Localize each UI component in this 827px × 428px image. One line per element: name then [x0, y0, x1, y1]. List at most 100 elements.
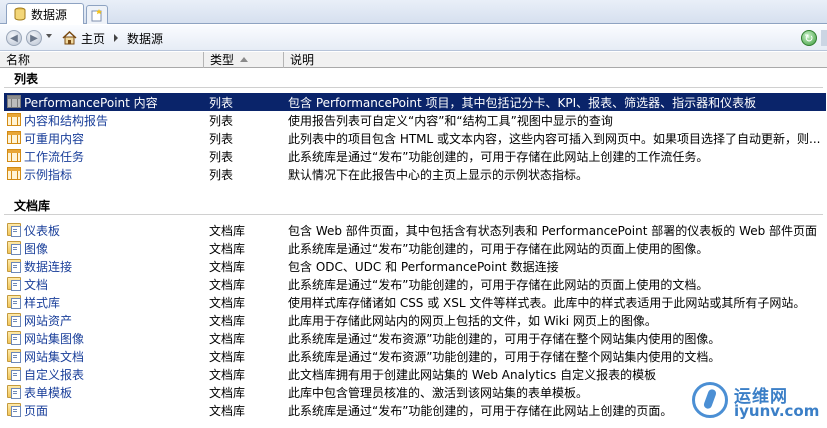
item-description: 使用样式库存储诸如 CSS 或 XSL 文件等样式表。此库中的样式表适用于此网站…	[288, 296, 806, 310]
refresh-button[interactable]: ↻	[801, 30, 817, 46]
breadcrumb-separator-icon	[114, 34, 119, 42]
list-item[interactable]: 网站资产 文档库 此库用于存储此网站内的网页上包括的文件，如 Wiki 网页上的…	[4, 311, 826, 329]
list-item[interactable]: 内容和结构报告 列表 使用报告列表可自定义“内容”和“结构工具”视图中显示的查询	[4, 111, 826, 129]
navigation-bar: ◀ ▶ 主页 数据源 ↻	[0, 25, 827, 51]
item-type: 文档库	[209, 296, 246, 310]
item-description: 包含 Web 部件页面，其中包括含有状态列表和 PerformancePoint…	[288, 224, 818, 238]
list-item[interactable]: 样式库 文档库 使用样式库存储诸如 CSS 或 XSL 文件等样式表。此库中的样…	[4, 293, 826, 311]
item-description: 包含 PerformancePoint 项目，其中包括记分卡、KPI、报表、筛选…	[288, 96, 757, 110]
list-item[interactable]: 图像 文档库 此系统库是通过“发布”功能创建的，可用于存储在此网站的页面上使用的…	[4, 239, 826, 257]
document-library-icon	[7, 385, 21, 399]
list-item[interactable]: 可重用内容 列表 此列表中的项目包含 HTML 或文本内容，这些内容可插入到网页…	[4, 129, 826, 147]
item-description: 此系统库是通过“发布”功能创建的，可用于存储在此网站的页面上使用的图像。	[288, 242, 709, 256]
forward-button[interactable]: ▶	[26, 30, 42, 46]
watermark-logo-icon	[692, 382, 728, 418]
column-name-label: 名称	[6, 53, 31, 67]
item-name: 网站集文档	[24, 350, 85, 364]
item-type: 列表	[209, 96, 234, 110]
document-library-icon	[7, 349, 21, 363]
item-name: 表单模板	[24, 386, 73, 400]
breadcrumb: 主页 数据源	[62, 30, 163, 46]
item-type: 文档库	[209, 314, 246, 328]
item-name: 图像	[24, 242, 49, 256]
document-library-icon	[7, 259, 21, 273]
refresh-icon: ↻	[804, 31, 814, 45]
group-title-document-libraries: 文档库	[14, 199, 51, 213]
item-type: 文档库	[209, 260, 246, 274]
document-library-icon	[7, 277, 21, 291]
column-type[interactable]: 类型	[204, 52, 284, 68]
item-type: 文档库	[209, 332, 246, 346]
watermark: 运维网 iyunv.com	[688, 378, 822, 424]
item-description: 此库用于存储此网站内的网页上包括的文件，如 Wiki 网页上的图像。	[288, 314, 657, 328]
list-item[interactable]: 网站集文档 文档库 此系统库是通过“发布资源”功能创建的，可用于存储在整个网站集…	[4, 347, 826, 365]
list-item[interactable]: 工作流任务 列表 此系统库是通过“发布”功能创建的，可用于存储在此网站上创建的工…	[4, 147, 826, 165]
forward-arrow-icon: ▶	[30, 32, 38, 44]
document-library-icon	[7, 313, 21, 327]
item-name: 自定义报表	[24, 368, 85, 382]
back-button[interactable]: ◀	[6, 30, 22, 46]
list-item[interactable]: 文档 文档库 此系统库是通过“发布”功能创建的，可用于存储在此网站的页面上使用的…	[4, 275, 826, 293]
watermark-text-en: iyunv.com	[734, 402, 820, 420]
breadcrumb-current[interactable]: 数据源	[127, 30, 163, 47]
document-library-icon	[7, 223, 21, 237]
item-name: 示例指标	[24, 168, 73, 182]
item-type: 文档库	[209, 224, 246, 238]
item-name: 内容和结构报告	[24, 114, 109, 128]
item-type: 文档库	[209, 242, 246, 256]
list-icon	[7, 131, 21, 144]
tab-label: 数据源	[31, 7, 68, 22]
document-tab-bar: 数据源	[0, 0, 827, 24]
item-name: 页面	[24, 404, 49, 418]
item-name: 网站集图像	[24, 332, 85, 346]
column-header: 名称 类型 说明	[0, 52, 827, 68]
list-item[interactable]: 示例指标 列表 默认情况下在此报告中心的主页上显示的示例状态指标。	[4, 165, 826, 183]
column-description[interactable]: 说明	[284, 52, 827, 68]
item-type: 列表	[209, 168, 234, 182]
item-description: 默认情况下在此报告中心的主页上显示的示例状态指标。	[288, 168, 589, 182]
sort-ascending-icon	[240, 57, 248, 62]
new-tab-icon	[91, 9, 102, 22]
navbar-edge	[821, 30, 827, 46]
item-description: 使用报告列表可自定义“内容”和“结构工具”视图中显示的查询	[288, 114, 613, 128]
list-icon	[7, 149, 21, 162]
item-description: 此系统库是通过“发布资源”功能创建的，可用于存储在整个网站集内使用的图像。	[288, 332, 721, 346]
list-icon	[7, 113, 21, 126]
document-library-icon	[7, 331, 21, 345]
item-name: 可重用内容	[24, 132, 85, 146]
breadcrumb-home[interactable]: 主页	[81, 30, 105, 47]
item-description: 此列表中的项目包含 HTML 或文本内容，这些内容可插入到网页中。如果项目选择了…	[288, 132, 821, 146]
item-description: 此系统库是通过“发布资源”功能创建的，可用于存储在整个网站集内使用的文档。	[288, 350, 721, 364]
item-description: 包含 ODC、UDC 和 PerformancePoint 数据连接	[288, 260, 559, 274]
item-name: 网站资产	[24, 314, 73, 328]
column-description-label: 说明	[290, 53, 315, 67]
document-library-icon	[7, 295, 21, 309]
tab-data-sources[interactable]: 数据源	[6, 3, 84, 24]
new-tab-button[interactable]	[86, 5, 108, 24]
back-arrow-icon: ◀	[10, 32, 18, 44]
item-description: 此系统库是通过“发布”功能创建的，可用于存储在此网站的页面上使用的文档。	[288, 278, 709, 292]
item-type: 文档库	[209, 404, 246, 418]
item-name: 工作流任务	[24, 150, 85, 164]
item-type: 文档库	[209, 350, 246, 364]
column-name[interactable]: 名称	[0, 52, 204, 68]
list-item[interactable]: PerformancePoint 内容 列表 包含 PerformancePoi…	[4, 93, 826, 111]
database-icon	[14, 7, 26, 21]
list-item[interactable]: 数据连接 文档库 包含 ODC、UDC 和 PerformancePoint 数…	[4, 257, 826, 275]
item-name: 仪表板	[24, 224, 61, 238]
history-dropdown-icon[interactable]	[46, 34, 52, 38]
list-item[interactable]: 仪表板 文档库 包含 Web 部件页面，其中包括含有状态列表和 Performa…	[4, 221, 826, 239]
group-divider	[4, 214, 823, 215]
list-icon	[7, 95, 21, 108]
item-type: 文档库	[209, 368, 246, 382]
item-name: 文档	[24, 278, 49, 292]
document-library-icon	[7, 403, 21, 417]
item-name: 样式库	[24, 296, 61, 310]
item-type: 文档库	[209, 278, 246, 292]
column-type-label: 类型	[210, 53, 235, 67]
group-title-lists: 列表	[14, 72, 39, 86]
document-library-icon	[7, 241, 21, 255]
item-type: 列表	[209, 114, 234, 128]
list-item[interactable]: 网站集图像 文档库 此系统库是通过“发布资源”功能创建的，可用于存储在整个网站集…	[4, 329, 826, 347]
list-icon	[7, 167, 21, 180]
